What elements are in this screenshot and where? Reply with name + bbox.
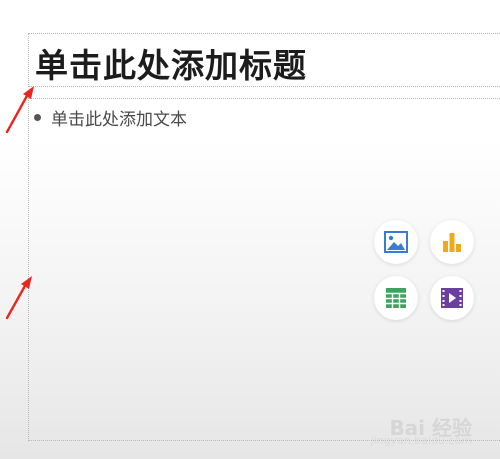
bullet-item: 单击此处添加文本	[34, 105, 187, 130]
video-icon	[441, 288, 463, 308]
slide-canvas: 单击此处添加标题 单击此处添加文本 Bai 经验 jingyan.baidu.c…	[0, 0, 500, 459]
annotation-arrow-title	[5, 86, 34, 134]
content-placeholder[interactable]: 单击此处添加文本	[28, 98, 500, 441]
bar-chart-icon	[443, 233, 461, 252]
content-placeholder-text: 单击此处添加文本	[51, 110, 187, 130]
watermark-sub: jingyan.baidu.com	[370, 434, 472, 447]
insert-table-button[interactable]	[374, 276, 418, 320]
image-icon	[384, 231, 408, 253]
title-placeholder[interactable]: 单击此处添加标题	[28, 33, 500, 87]
annotation-arrow-content	[5, 276, 32, 320]
baidu-watermark: Bai 经验 jingyan.baidu.com	[370, 412, 472, 447]
table-icon	[386, 288, 406, 308]
insert-video-button[interactable]	[430, 276, 474, 320]
insert-chart-button[interactable]	[430, 220, 474, 264]
insert-picture-button[interactable]	[374, 220, 418, 264]
title-placeholder-text: 单击此处添加标题	[35, 46, 307, 85]
